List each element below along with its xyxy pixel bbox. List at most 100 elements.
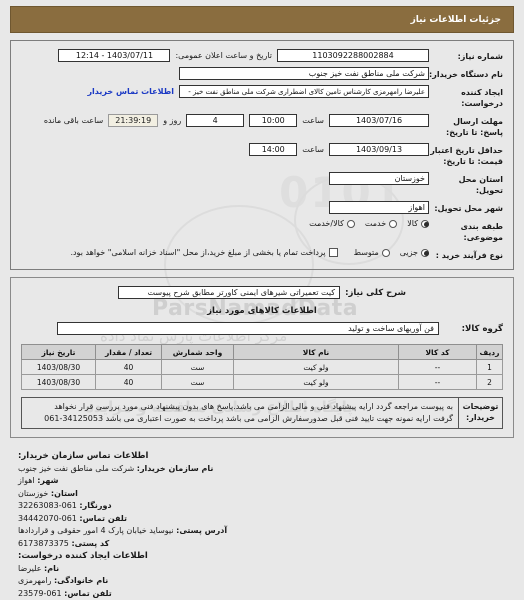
reply-deadline-label: مهلت ارسال پاسخ: تا تاریخ: bbox=[429, 114, 503, 138]
category-option-goods-service-label: کالا/خدمت bbox=[309, 219, 344, 228]
process-option-medium[interactable]: متوسط bbox=[354, 248, 390, 257]
province-label: استان محل تحویل: bbox=[429, 172, 503, 196]
announce-datetime-label: تاریخ و ساعت اعلان عمومی: bbox=[175, 51, 272, 60]
cell-name: ولو کیت bbox=[234, 360, 399, 375]
buyer-notes: توضیحات خریدار: به پیوست مراجعه گردد ارا… bbox=[21, 397, 503, 429]
buyer-org-value[interactable]: شرکت ملی مناطق نفت خیز جنوب bbox=[179, 67, 429, 80]
contact-phone-value: 34442070-061 bbox=[18, 514, 77, 523]
creator-last-name-label: نام خانوادگی: bbox=[54, 576, 108, 585]
treasury-checkbox-group[interactable]: پرداخت تمام یا بخشی از مبلغ خرید،از محل … bbox=[70, 248, 337, 257]
province-value[interactable]: خوزستان bbox=[329, 172, 429, 185]
row-city: شهر محل تحویل: اهواز bbox=[21, 201, 503, 214]
contact-city-label: شهر: bbox=[37, 476, 58, 485]
creator-last-name-row: نام خانوادگی: رامهرمزی bbox=[18, 575, 514, 588]
treasury-checkbox-label: پرداخت تمام یا بخشی از مبلغ خرید،از محل … bbox=[70, 248, 325, 257]
goods-info-panel: شرح کلی نیاز: کیت تعمیراتی شیرهای ایمنی … bbox=[10, 277, 514, 438]
remaining-clock-label: ساعت باقی مانده bbox=[44, 116, 103, 125]
contact-address-row: آدرس پستی: نیوساید خیابان پارک 4 امور حق… bbox=[18, 525, 514, 538]
contact-city-value: اهواز bbox=[18, 476, 35, 485]
category-option-goods[interactable]: کالا bbox=[407, 219, 429, 228]
contact-fax-value: 32263083-061 bbox=[18, 501, 77, 510]
creator-contact-title: اطلاعات ایجاد کننده درخواست: bbox=[18, 550, 514, 563]
creator-first-name-value: علیرضا bbox=[18, 564, 41, 573]
group-value[interactable]: فن آوریهای ساخت و تولید bbox=[57, 322, 439, 335]
buyer-notes-body: به پیوست مراجعه گردد ارایه پیشنهاد فنی و… bbox=[22, 398, 458, 428]
creator-phone-row: تلفن تماس: 23579-061 bbox=[18, 588, 514, 600]
table-header-row: ردیف کد کالا نام کالا واحد شمارش تعداد /… bbox=[22, 345, 503, 360]
checkbox-unchecked-icon[interactable] bbox=[329, 248, 338, 257]
creator-last-name-value: رامهرمزی bbox=[18, 576, 51, 585]
creator-phone-value: 23579-061 bbox=[18, 589, 62, 598]
row-reply-deadline: مهلت ارسال پاسخ: تا تاریخ: 1403/07/16 سا… bbox=[21, 114, 503, 138]
row-group: گروه کالا: فن آوریهای ساخت و تولید bbox=[21, 322, 503, 335]
col-date: تاریخ نیاز bbox=[22, 345, 96, 360]
summary-value[interactable]: کیت تعمیراتی شیرهای ایمنی کاورتر مطابق ش… bbox=[118, 286, 340, 299]
row-category: طبقه بندی موضوعی: کالا خدمت کالا/خدمت bbox=[21, 219, 503, 243]
need-number-value[interactable]: 1103092288002884 bbox=[277, 49, 429, 62]
cell-date: 1403/08/30 bbox=[22, 360, 96, 375]
reply-deadline-time[interactable]: 10:00 bbox=[249, 114, 297, 127]
contact-fax-label: دورنگار: bbox=[79, 501, 111, 510]
buyer-org-label: نام دستگاه خریدار: bbox=[429, 67, 503, 80]
cell-unit: ست bbox=[162, 375, 234, 390]
contact-phone-label: تلفن تماس: bbox=[79, 514, 127, 523]
radio-off-icon bbox=[347, 220, 355, 228]
row-need-number: شماره نیاز: 1103092288002884 تاریخ و ساع… bbox=[21, 49, 503, 62]
reply-deadline-date[interactable]: 1403/07/16 bbox=[329, 114, 429, 127]
row-price-validity: حداقل تاریخ اعتبار قیمت: تا تاریخ: 1403/… bbox=[21, 143, 503, 167]
col-code: کد کالا bbox=[399, 345, 477, 360]
cell-code: -- bbox=[399, 360, 477, 375]
remaining-clock: 21:39:19 bbox=[108, 114, 158, 127]
cell-date: 1403/08/30 bbox=[22, 375, 96, 390]
announce-datetime-value[interactable]: 1403/07/11 - 12:14 bbox=[58, 49, 170, 62]
creator-value[interactable]: علیرضا رامهرمزی کارشناس تامین کالای اضطر… bbox=[179, 85, 429, 98]
contact-postal-label: کد پستی: bbox=[71, 539, 109, 548]
buyer-notes-line-2: گرفت ارایه نمونه جهت تایید فنی قبل صدورس… bbox=[27, 413, 453, 425]
cell-qty: 40 bbox=[96, 375, 162, 390]
need-info-panel: شماره نیاز: 1103092288002884 تاریخ و ساع… bbox=[10, 40, 514, 270]
process-label: نوع فرآیند خرید : bbox=[429, 248, 503, 261]
remaining-days: 4 bbox=[186, 114, 244, 127]
buyer-notes-line-1: به پیوست مراجعه گردد ارایه پیشنهاد فنی و… bbox=[27, 401, 453, 413]
contact-org-label: نام سازمان خریدار: bbox=[137, 464, 214, 473]
city-value[interactable]: اهواز bbox=[329, 201, 429, 214]
radio-on-icon bbox=[421, 249, 429, 257]
category-option-goods-label: کالا bbox=[407, 219, 418, 228]
price-validity-time[interactable]: 14:00 bbox=[249, 143, 297, 156]
contact-province-row: استان: خوزستان bbox=[18, 488, 514, 501]
creator-first-name-label: نام: bbox=[44, 564, 59, 573]
buyer-notes-label: توضیحات خریدار: bbox=[458, 398, 502, 428]
contact-phone-row: تلفن تماس: 34442070-061 bbox=[18, 513, 514, 526]
row-process: نوع فرآیند خرید : جزیی متوسط پرداخت تمام… bbox=[21, 248, 503, 261]
cell-unit: ست bbox=[162, 360, 234, 375]
category-option-goods-service[interactable]: کالا/خدمت bbox=[309, 219, 355, 228]
process-option-minor-label: جزیی bbox=[400, 248, 418, 257]
cell-qty: 40 bbox=[96, 360, 162, 375]
price-validity-label: حداقل تاریخ اعتبار قیمت: تا تاریخ: bbox=[429, 143, 503, 167]
price-validity-date[interactable]: 1403/09/13 bbox=[329, 143, 429, 156]
contact-province-label: استان: bbox=[51, 489, 78, 498]
category-label: طبقه بندی موضوعی: bbox=[429, 219, 503, 243]
cell-index: 1 bbox=[477, 360, 503, 375]
process-option-minor[interactable]: جزیی bbox=[400, 248, 429, 257]
goods-section-title: اطلاعات کالاهای مورد نیاز bbox=[21, 306, 503, 316]
creator-first-name-row: نام: علیرضا bbox=[18, 563, 514, 576]
contact-title: اطلاعات تماس سازمان خریدار: bbox=[18, 450, 514, 463]
contact-province-value: خوزستان bbox=[18, 489, 48, 498]
contact-postal-row: کد پستی: 6173873375 bbox=[18, 538, 514, 551]
radio-off-icon bbox=[382, 249, 390, 257]
row-province: استان محل تحویل: خوزستان bbox=[21, 172, 503, 196]
contact-org-value: شرکت ملی مناطق نفت خیز جنوب bbox=[18, 464, 134, 473]
city-label: شهر محل تحویل: bbox=[429, 201, 503, 214]
process-option-medium-label: متوسط bbox=[354, 248, 379, 257]
buyer-contact-link[interactable]: اطلاعات تماس خریدار bbox=[87, 87, 174, 96]
creator-label: ایجاد کننده درخواست: bbox=[429, 85, 503, 109]
contact-section: اطلاعات تماس سازمان خریدار: نام سازمان خ… bbox=[10, 450, 514, 600]
row-buyer-org: نام دستگاه خریدار: شرکت ملی مناطق نفت خی… bbox=[21, 67, 503, 80]
remaining-days-label: روز و bbox=[163, 116, 181, 125]
col-index: ردیف bbox=[477, 345, 503, 360]
table-row: 1 -- ولو کیت ست 40 1403/08/30 bbox=[22, 360, 503, 375]
contact-fax-row: دورنگار: 32263083-061 bbox=[18, 500, 514, 513]
category-option-service[interactable]: خدمت bbox=[365, 219, 397, 228]
contact-address-label: آدرس پستی: bbox=[176, 526, 227, 535]
